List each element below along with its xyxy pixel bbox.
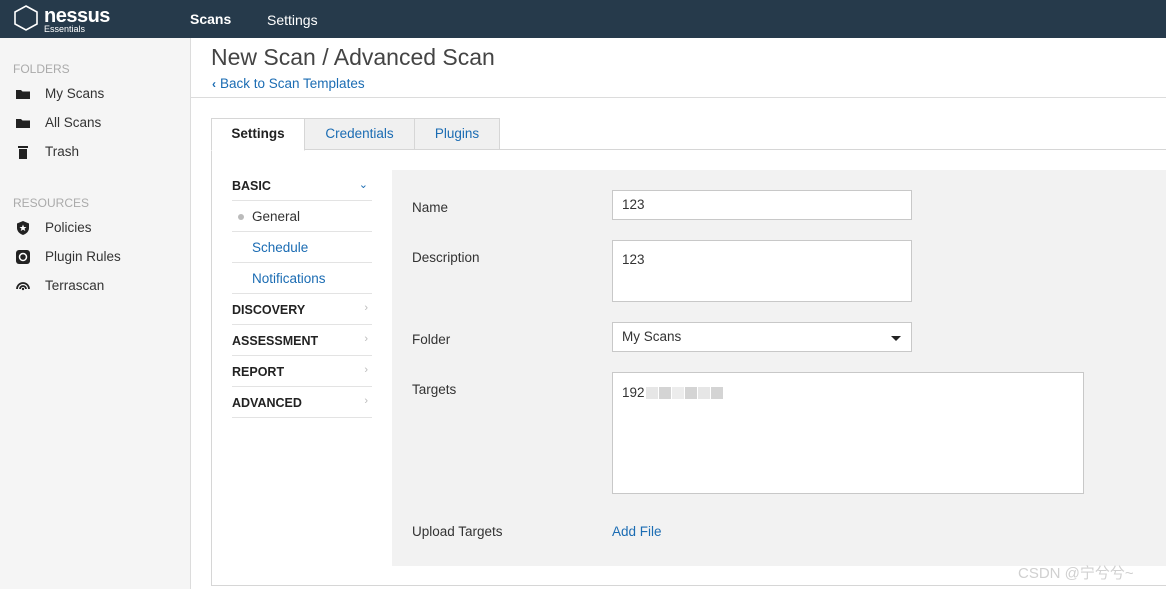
redacted-text [658,387,671,400]
back-link-label: Back to Scan Templates [220,76,365,91]
chevron-right-icon: › [364,364,368,376]
chevron-down-icon: ⌄ [358,179,368,191]
section-assessment-label: ASSESSMENT [232,334,319,348]
sidebar-item-plugin-rules[interactable]: Plugin Rules [13,247,183,269]
chevron-right-icon: › [364,395,368,407]
name-label: Name [412,200,449,215]
nav-scans[interactable]: Scans [190,11,231,27]
folder-label: Folder [412,332,451,347]
watermark: CSDN @宁兮兮~ [1018,565,1134,582]
folder-select[interactable]: My Scans [612,322,912,352]
nessus-logo[interactable]: nessus Essentials [12,4,132,34]
terrascan-icon [16,282,30,291]
page-title: New Scan / Advanced Scan [211,44,495,70]
sidebar-item-all-scans[interactable]: All Scans [13,113,183,135]
hexagon-logo-icon [14,5,38,31]
general-settings-panel [392,170,1166,566]
section-discovery-label: DISCOVERY [232,303,306,317]
trash-icon [18,146,28,159]
section-item-general[interactable]: General [232,201,372,232]
shield-icon [17,221,29,235]
redacted-text [710,387,723,400]
resources-heading: RESOURCES [13,196,90,210]
upload-targets-label: Upload Targets [412,524,503,539]
logo-subtitle: Essentials [44,24,86,34]
section-advanced-label: ADVANCED [232,396,302,410]
add-file-link[interactable]: Add File [612,524,662,539]
folders-heading: FOLDERS [13,62,70,76]
sidebar-item-terrascan[interactable]: Terrascan [13,276,183,298]
section-report[interactable]: REPORT › [232,356,372,387]
section-item-schedule[interactable]: Schedule [232,232,372,263]
section-report-label: REPORT [232,365,285,379]
section-item-label: Schedule [252,240,309,255]
folder-select-value: My Scans [622,329,682,344]
sidebar: FOLDERS My Scans All Scans Trash RESOURC… [0,38,191,589]
sidebar-item-label: Plugin Rules [45,249,121,264]
targets-textarea[interactable]: 192 [612,372,1084,494]
redacted-text [671,387,684,400]
targets-label: Targets [412,382,457,397]
redacted-text [697,387,710,400]
caret-down-icon [891,336,901,341]
chevron-right-icon: › [364,302,368,314]
sidebar-item-policies[interactable]: Policies [13,218,183,240]
sidebar-item-my-scans[interactable]: My Scans [13,84,183,106]
tab-plugins[interactable]: Plugins [414,118,500,150]
section-basic[interactable]: BASIC ⌄ [232,170,372,201]
folder-icon [16,119,30,128]
name-input[interactable]: 123 [612,190,912,220]
chevron-right-icon: › [364,333,368,345]
sidebar-item-label: Terrascan [45,278,105,293]
section-assessment[interactable]: ASSESSMENT › [232,325,372,356]
section-discovery[interactable]: DISCOVERY › [232,294,372,325]
folder-icon [16,90,30,99]
tab-credentials[interactable]: Credentials [304,118,415,150]
section-item-notifications[interactable]: Notifications [232,263,372,294]
description-textarea[interactable]: 123 [612,240,912,302]
sidebar-item-label: Policies [45,220,92,235]
redacted-text [684,387,697,400]
plugin-rules-icon [16,250,30,264]
section-item-label: Notifications [252,271,326,286]
sidebar-item-label: My Scans [45,86,105,101]
section-item-label: General [252,209,301,224]
back-to-templates-link[interactable]: ‹ Back to Scan Templates [212,76,365,91]
tab-settings[interactable]: Settings [211,118,305,151]
redacted-text [645,387,658,400]
top-navbar: nessus Essentials Scans Settings [0,0,1166,38]
header-divider [191,97,1166,98]
section-basic-label: BASIC [232,179,271,193]
nav-settings[interactable]: Settings [267,12,318,28]
sidebar-item-label: All Scans [45,115,102,130]
chevron-left-icon: ‹ [212,77,216,91]
description-label: Description [412,250,480,265]
sidebar-item-label: Trash [45,144,80,159]
section-advanced[interactable]: ADVANCED › [232,387,372,418]
targets-value: 192 [622,385,645,400]
sidebar-item-trash[interactable]: Trash [13,142,183,164]
current-item-dot-icon [238,214,244,220]
